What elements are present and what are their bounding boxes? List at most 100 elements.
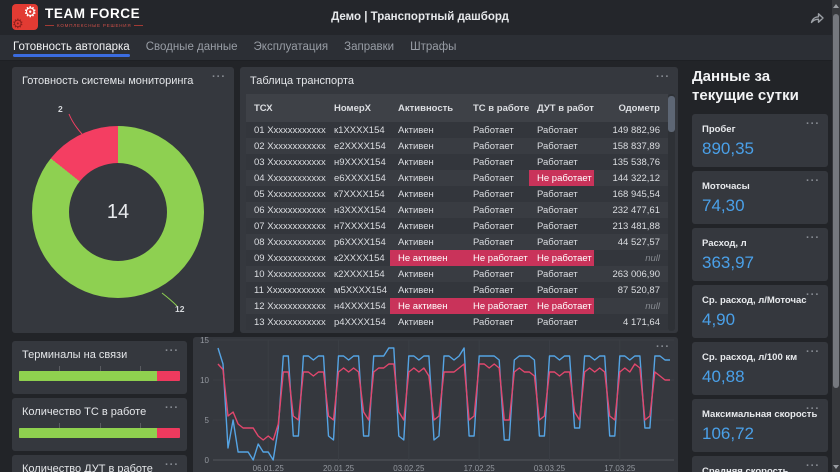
nav-tab-label: Готовность автопарка (13, 41, 130, 53)
gauge-card: Количество ТС в работе (12, 398, 187, 451)
share-icon[interactable] (808, 9, 826, 27)
cell-odometer: 213 481,88 (594, 218, 668, 234)
cell-ts-working: Не работает (465, 298, 529, 314)
table-row[interactable]: 03 Xxxxxxxxxxxx н9XXXX154 Активен Работа… (246, 154, 668, 170)
cell-number: к7XXXX154 (326, 186, 390, 202)
cell-number: р4XXXX154 (326, 314, 390, 330)
y-axis-tick-label: 10 (200, 376, 209, 385)
table-row[interactable]: 10 Xxxxxxxxxxxx к2XXXX154 Активен Работа… (246, 266, 668, 282)
x-axis-tick-label: 17.03.25 (604, 464, 636, 472)
table-column-header[interactable]: Активность (390, 94, 465, 122)
cell-activity: Активен (390, 234, 465, 250)
cell-dut-working: Работает (529, 218, 594, 234)
kpi-card: Моточасы 74,30 (692, 171, 828, 224)
table-row[interactable]: 04 Xxxxxxxxxxxx е6XXXX154 Активен Работа… (246, 170, 668, 186)
nav-tab-label: Эксплуатация (254, 41, 329, 53)
donut-chart[interactable]: 14 (32, 126, 204, 298)
x-axis-tick-label: 20.01.25 (323, 464, 355, 472)
line-chart[interactable]: 05101506.01.2520.01.2503.02.2517.02.2503… (193, 337, 678, 472)
cell-dut-working: Работает (529, 138, 594, 154)
cell-activity: Активен (390, 314, 465, 330)
donut-total-value: 14 (107, 201, 129, 224)
table-scrollbar-thumb[interactable] (668, 96, 675, 132)
table-row[interactable]: 12 Xxxxxxxxxxxx н4XXXX154 Не активен Не … (246, 298, 668, 314)
x-axis-tick-label: 03.03.25 (534, 464, 566, 472)
cell-tsx: 08 Xxxxxxxxxxxx (246, 234, 326, 250)
more-menu-icon[interactable] (806, 403, 820, 415)
donut-segment-label: 2 (58, 104, 63, 114)
nav-tab[interactable]: Сводные данные (146, 41, 238, 60)
cell-ts-working: Работает (465, 154, 529, 170)
cell-activity: Активен (390, 266, 465, 282)
more-menu-icon[interactable] (165, 459, 179, 471)
timeline-chart-card: 05101506.01.2520.01.2503.02.2517.02.2503… (193, 337, 678, 472)
cell-dut-working: Не работает (529, 170, 594, 186)
kpi-value: 106,72 (702, 424, 818, 444)
gauge-bar (19, 428, 180, 438)
cell-ts-working: Работает (465, 138, 529, 154)
cell-dut-working: Работает (529, 234, 594, 250)
more-menu-icon[interactable] (806, 289, 820, 301)
table-column-header[interactable]: ДУТ в работе (529, 94, 594, 122)
kpi-label: Ср. расход, л/100 км (702, 352, 818, 363)
cell-number: н9XXXX154 (326, 154, 390, 170)
table-row[interactable]: 02 Xxxxxxxxxxxx е2XXXX154 Активен Работа… (246, 138, 668, 154)
scroll-up-icon[interactable] (833, 4, 839, 8)
table-row[interactable]: 09 Xxxxxxxxxxxx к2XXXX154 Не активен Не … (246, 250, 668, 266)
cell-odometer: 44 527,57 (594, 234, 668, 250)
table-row[interactable]: 05 Xxxxxxxxxxxx к7XXXX154 Активен Работа… (246, 186, 668, 202)
nav-tab-label: Сводные данные (146, 41, 238, 53)
more-menu-icon[interactable] (806, 175, 820, 187)
table-column-header[interactable]: Одометр (594, 94, 668, 122)
table-scrollbar[interactable] (668, 94, 675, 331)
panel-title: Данные за текущие сутки (692, 68, 828, 106)
more-menu-icon[interactable] (212, 71, 226, 83)
more-menu-icon[interactable] (806, 346, 820, 358)
gauge-card: Терминалы на связи (12, 341, 187, 394)
table-row[interactable]: 13 Xxxxxxxxxxxx р4XXXX154 Активен Работа… (246, 314, 668, 330)
cell-ts-working: Не работает (465, 250, 529, 266)
card-title: Готовность системы мониторинга (12, 67, 234, 87)
cell-number: к2XXXX154 (326, 266, 390, 282)
more-menu-icon[interactable] (806, 232, 820, 244)
more-menu-icon[interactable] (165, 402, 179, 414)
card-title: Терминалы на связи (12, 341, 187, 361)
table-row[interactable]: 07 Xxxxxxxxxxxx н7XXXX154 Активен Работа… (246, 218, 668, 234)
more-menu-icon[interactable] (806, 118, 820, 130)
table-row[interactable]: 06 Xxxxxxxxxxxx н3XXXX154 Активен Работа… (246, 202, 668, 218)
nav-tab[interactable]: Готовность автопарка (13, 41, 130, 60)
cell-tsx: 13 Xxxxxxxxxxxx (246, 314, 326, 330)
cell-odometer: 168 945,54 (594, 186, 668, 202)
cell-odometer: 144 322,12 (594, 170, 668, 186)
table-column-header[interactable]: ТСХ (246, 94, 326, 122)
chart-series-red (218, 364, 670, 440)
nav-tab[interactable]: Эксплуатация (254, 41, 329, 60)
cell-dut-working: Не работает (529, 298, 594, 314)
more-menu-icon[interactable] (806, 460, 820, 472)
cell-odometer: null (594, 250, 668, 266)
more-menu-icon[interactable] (656, 71, 670, 83)
cell-activity: Активен (390, 186, 465, 202)
nav-tab[interactable]: Штрафы (410, 41, 456, 60)
more-menu-icon[interactable] (165, 345, 179, 357)
gauge-bar-green (19, 428, 157, 438)
table-column-header[interactable]: ТС в работе (465, 94, 529, 122)
cell-dut-working: Работает (529, 282, 594, 298)
nav-tabbar: Готовность автопарка Сводные данные Эксплу… (0, 35, 840, 61)
kpi-label: Моточасы (702, 181, 818, 192)
nav-tab-label: Заправки (344, 41, 394, 53)
cell-tsx: 09 Xxxxxxxxxxxx (246, 250, 326, 266)
table-row[interactable]: 08 Xxxxxxxxxxxx р6XXXX154 Активен Работа… (246, 234, 668, 250)
kpi-card: Средняя скорость (692, 456, 828, 472)
cell-activity: Активен (390, 170, 465, 186)
cell-dut-working: Работает (529, 154, 594, 170)
cell-odometer: 87 520,87 (594, 282, 668, 298)
table-row[interactable]: 01 Xxxxxxxxxxxx к1XXXX154 Активен Работа… (246, 122, 668, 138)
nav-tab[interactable]: Заправки (344, 41, 394, 60)
page-scrollbar[interactable] (832, 0, 840, 472)
page-scrollbar-thumb[interactable] (833, 14, 839, 388)
scroll-down-icon[interactable] (833, 465, 839, 469)
table-row[interactable]: 11 Xxxxxxxxxxxx м5XXXX154 Активен Работа… (246, 282, 668, 298)
cell-number: н4XXXX154 (326, 298, 390, 314)
table-column-header[interactable]: НомерХ (326, 94, 390, 122)
